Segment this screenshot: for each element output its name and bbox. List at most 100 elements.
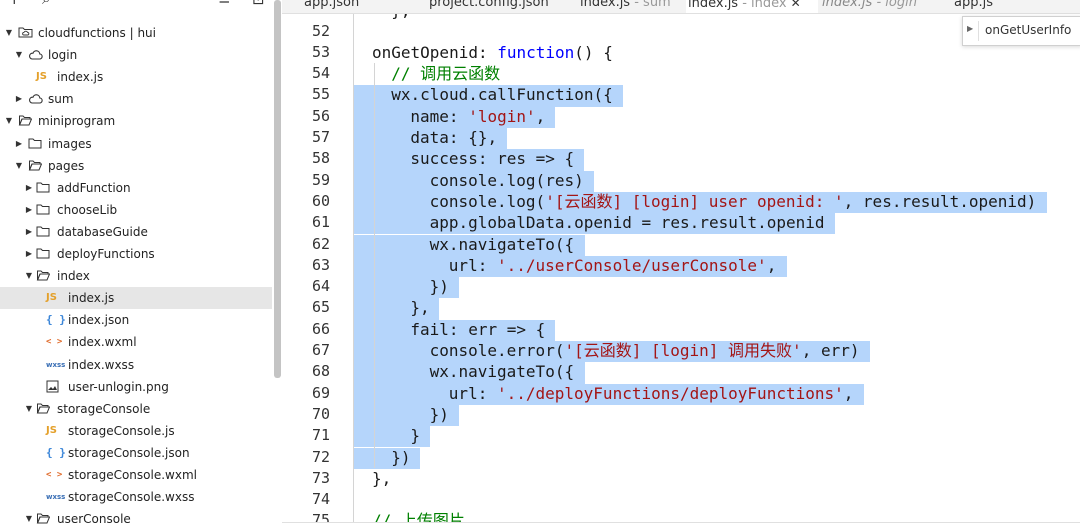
- code-line[interactable]: console.error('[云函数] [login] 调用失败', err): [430, 340, 860, 361]
- code-token: }: [410, 426, 421, 446]
- code-line[interactable]: }): [430, 276, 449, 297]
- code-line[interactable]: url: '../userConsole/userConsole',: [449, 255, 777, 276]
- editor-tab[interactable]: index.js - login: [820, 0, 942, 13]
- code-line[interactable]: },: [410, 297, 429, 318]
- tree-item[interactable]: wxss storageConsole.wxss: [0, 486, 272, 508]
- code-line[interactable]: wx.navigateTo({: [430, 361, 575, 382]
- tree-item[interactable]: JS storageConsole.js: [0, 420, 272, 442]
- folder-icon: [36, 225, 50, 239]
- tree-item[interactable]: ▶ deployFunctions: [0, 243, 272, 265]
- code-line[interactable]: }: [410, 425, 420, 446]
- tree-item[interactable]: ▼ login: [0, 44, 272, 66]
- code-token: '[云函数] [login] 调用失败': [564, 341, 802, 360]
- chevron-right-icon[interactable]: ▶: [24, 221, 34, 243]
- code-line[interactable]: success: res => {: [410, 148, 574, 169]
- tree-item[interactable]: ▼ userConsole: [0, 508, 272, 528]
- chevron-down-icon[interactable]: ▼: [24, 508, 34, 528]
- line-number: 56: [311, 106, 330, 125]
- code-token: success: res => {: [410, 149, 575, 169]
- code-line[interactable]: // 调用云函数: [391, 63, 500, 84]
- code-token: ,: [766, 255, 777, 275]
- code-line[interactable]: onGetOpenid: function() {: [372, 42, 613, 63]
- chevron-right-icon[interactable]: ▶: [14, 88, 24, 110]
- line-number: 69: [311, 383, 330, 402]
- code-line[interactable]: wx.navigateTo({: [430, 234, 575, 255]
- popup-item-label[interactable]: onGetUserInfo: [985, 23, 1071, 37]
- code-line[interactable]: fail: err => {: [410, 319, 545, 340]
- code-line[interactable]: }): [430, 404, 449, 425]
- tree-item[interactable]: ▼ pages: [0, 155, 272, 177]
- code-token: console.log(res): [429, 170, 584, 190]
- editor-tab[interactable]: app.js: [952, 0, 1064, 13]
- code-line[interactable]: console.log('[云函数] [login] user openid: …: [430, 191, 1037, 212]
- line-number: 70: [311, 404, 330, 423]
- tree-item[interactable]: ▼ cloudfunctions | hui: [0, 22, 272, 44]
- collapse-all-icon[interactable]: ≡: [218, 0, 231, 8]
- tree-item[interactable]: user-unlogin.png: [0, 376, 272, 398]
- json-file-icon: { }: [46, 445, 66, 459]
- js-file-icon: JS: [46, 292, 57, 304]
- chevron-down-icon[interactable]: ▼: [24, 265, 34, 287]
- editor-tab[interactable]: index.js - sum: [578, 0, 680, 13]
- tab-label: project.config.json: [429, 0, 549, 10]
- tree-item-label: storageConsole.wxml: [68, 468, 197, 482]
- chevron-down-icon[interactable]: ▼: [14, 155, 24, 177]
- split-view-icon[interactable]: ⊡: [252, 0, 265, 8]
- chevron-right-icon[interactable]: ▶: [14, 133, 24, 155]
- chevron-down-icon[interactable]: ▼: [4, 22, 14, 44]
- tree-item-label: sum: [48, 92, 74, 107]
- search-icon[interactable]: ⌕: [42, 0, 50, 8]
- folder-open-icon: [36, 402, 50, 416]
- editor-tab[interactable]: app.json: [302, 0, 404, 13]
- tree-item[interactable]: JS index.js: [0, 287, 272, 310]
- code-line[interactable]: url: '../deployFunctions/deployFunctions…: [449, 383, 854, 404]
- chevron-right-icon[interactable]: ▶: [24, 177, 34, 199]
- line-number: 55: [311, 85, 330, 104]
- code-token: '../userConsole/userConsole': [496, 255, 767, 275]
- chevron-down-icon[interactable]: ▼: [4, 110, 14, 132]
- tree-item-label: index.wxss: [68, 357, 135, 372]
- code-line[interactable]: name: 'login',: [410, 106, 545, 127]
- code-line[interactable]: console.log(res): [430, 170, 584, 191]
- tree-item[interactable]: ▶ databaseGuide: [0, 221, 272, 243]
- tree-item[interactable]: ▶ sum: [0, 88, 272, 110]
- chevron-down-icon[interactable]: ▼: [24, 398, 34, 420]
- wxss-file-icon: wxss: [46, 493, 66, 502]
- code-line[interactable]: wx.cloud.callFunction({: [391, 84, 613, 105]
- tab-sublabel: - sum: [630, 0, 671, 10]
- chevron-right-icon[interactable]: ▶: [24, 243, 34, 265]
- file-explorer: + ⌕ ≡ ⊡ ▼cloudfunctions | hui▼loginJSind…: [0, 0, 283, 528]
- tree-item[interactable]: ▼ miniprogram: [0, 110, 272, 132]
- folder-icon: [36, 203, 50, 217]
- tree-item[interactable]: ▶ chooseLib: [0, 199, 272, 221]
- chevron-down-icon[interactable]: ▼: [14, 44, 24, 66]
- expand-arrow-icon[interactable]: ▶: [967, 24, 973, 33]
- tree-item[interactable]: ▼ index: [0, 265, 272, 287]
- tree-item[interactable]: wxss index.wxss: [0, 354, 272, 376]
- tree-item[interactable]: < > index.wxml: [0, 331, 272, 353]
- tree-item[interactable]: JS index.js: [0, 66, 272, 88]
- tree-item[interactable]: { } index.json: [0, 309, 272, 331]
- code-line[interactable]: }): [391, 447, 410, 468]
- code-line[interactable]: data: {},: [410, 127, 497, 148]
- explorer-scrollbar[interactable]: [274, 0, 281, 378]
- close-icon[interactable]: ✕: [791, 0, 801, 10]
- tree-item[interactable]: < > storageConsole.wxml: [0, 464, 272, 486]
- line-number: 71: [311, 426, 330, 445]
- code-token: data: {},: [410, 128, 498, 147]
- chevron-right-icon[interactable]: ▶: [24, 199, 34, 221]
- add-file-icon[interactable]: +: [8, 0, 21, 8]
- tree-item[interactable]: ▶ images: [0, 133, 272, 155]
- explorer-toolbar: + ⌕ ≡ ⊡: [0, 0, 282, 8]
- indent-guide: [374, 63, 375, 468]
- folder-icon: [28, 137, 42, 151]
- editor-tab[interactable]: index.js - index ✕: [686, 0, 818, 13]
- code-line[interactable]: app.globalData.openid = res.result.openi…: [430, 212, 825, 233]
- outline-popup[interactable]: ▶ onGetUserInfo: [962, 16, 1080, 46]
- tree-item[interactable]: { } storageConsole.json: [0, 442, 272, 464]
- code-line[interactable]: },: [372, 468, 391, 489]
- editor-tab[interactable]: project.config.json: [427, 0, 569, 13]
- code-editor[interactable]: }, 52 53 onGetOpenid: function() {54 // 调用云…: [282, 14, 1080, 528]
- tree-item[interactable]: ▼ storageConsole: [0, 398, 272, 420]
- tree-item[interactable]: ▶ addFunction: [0, 177, 272, 199]
